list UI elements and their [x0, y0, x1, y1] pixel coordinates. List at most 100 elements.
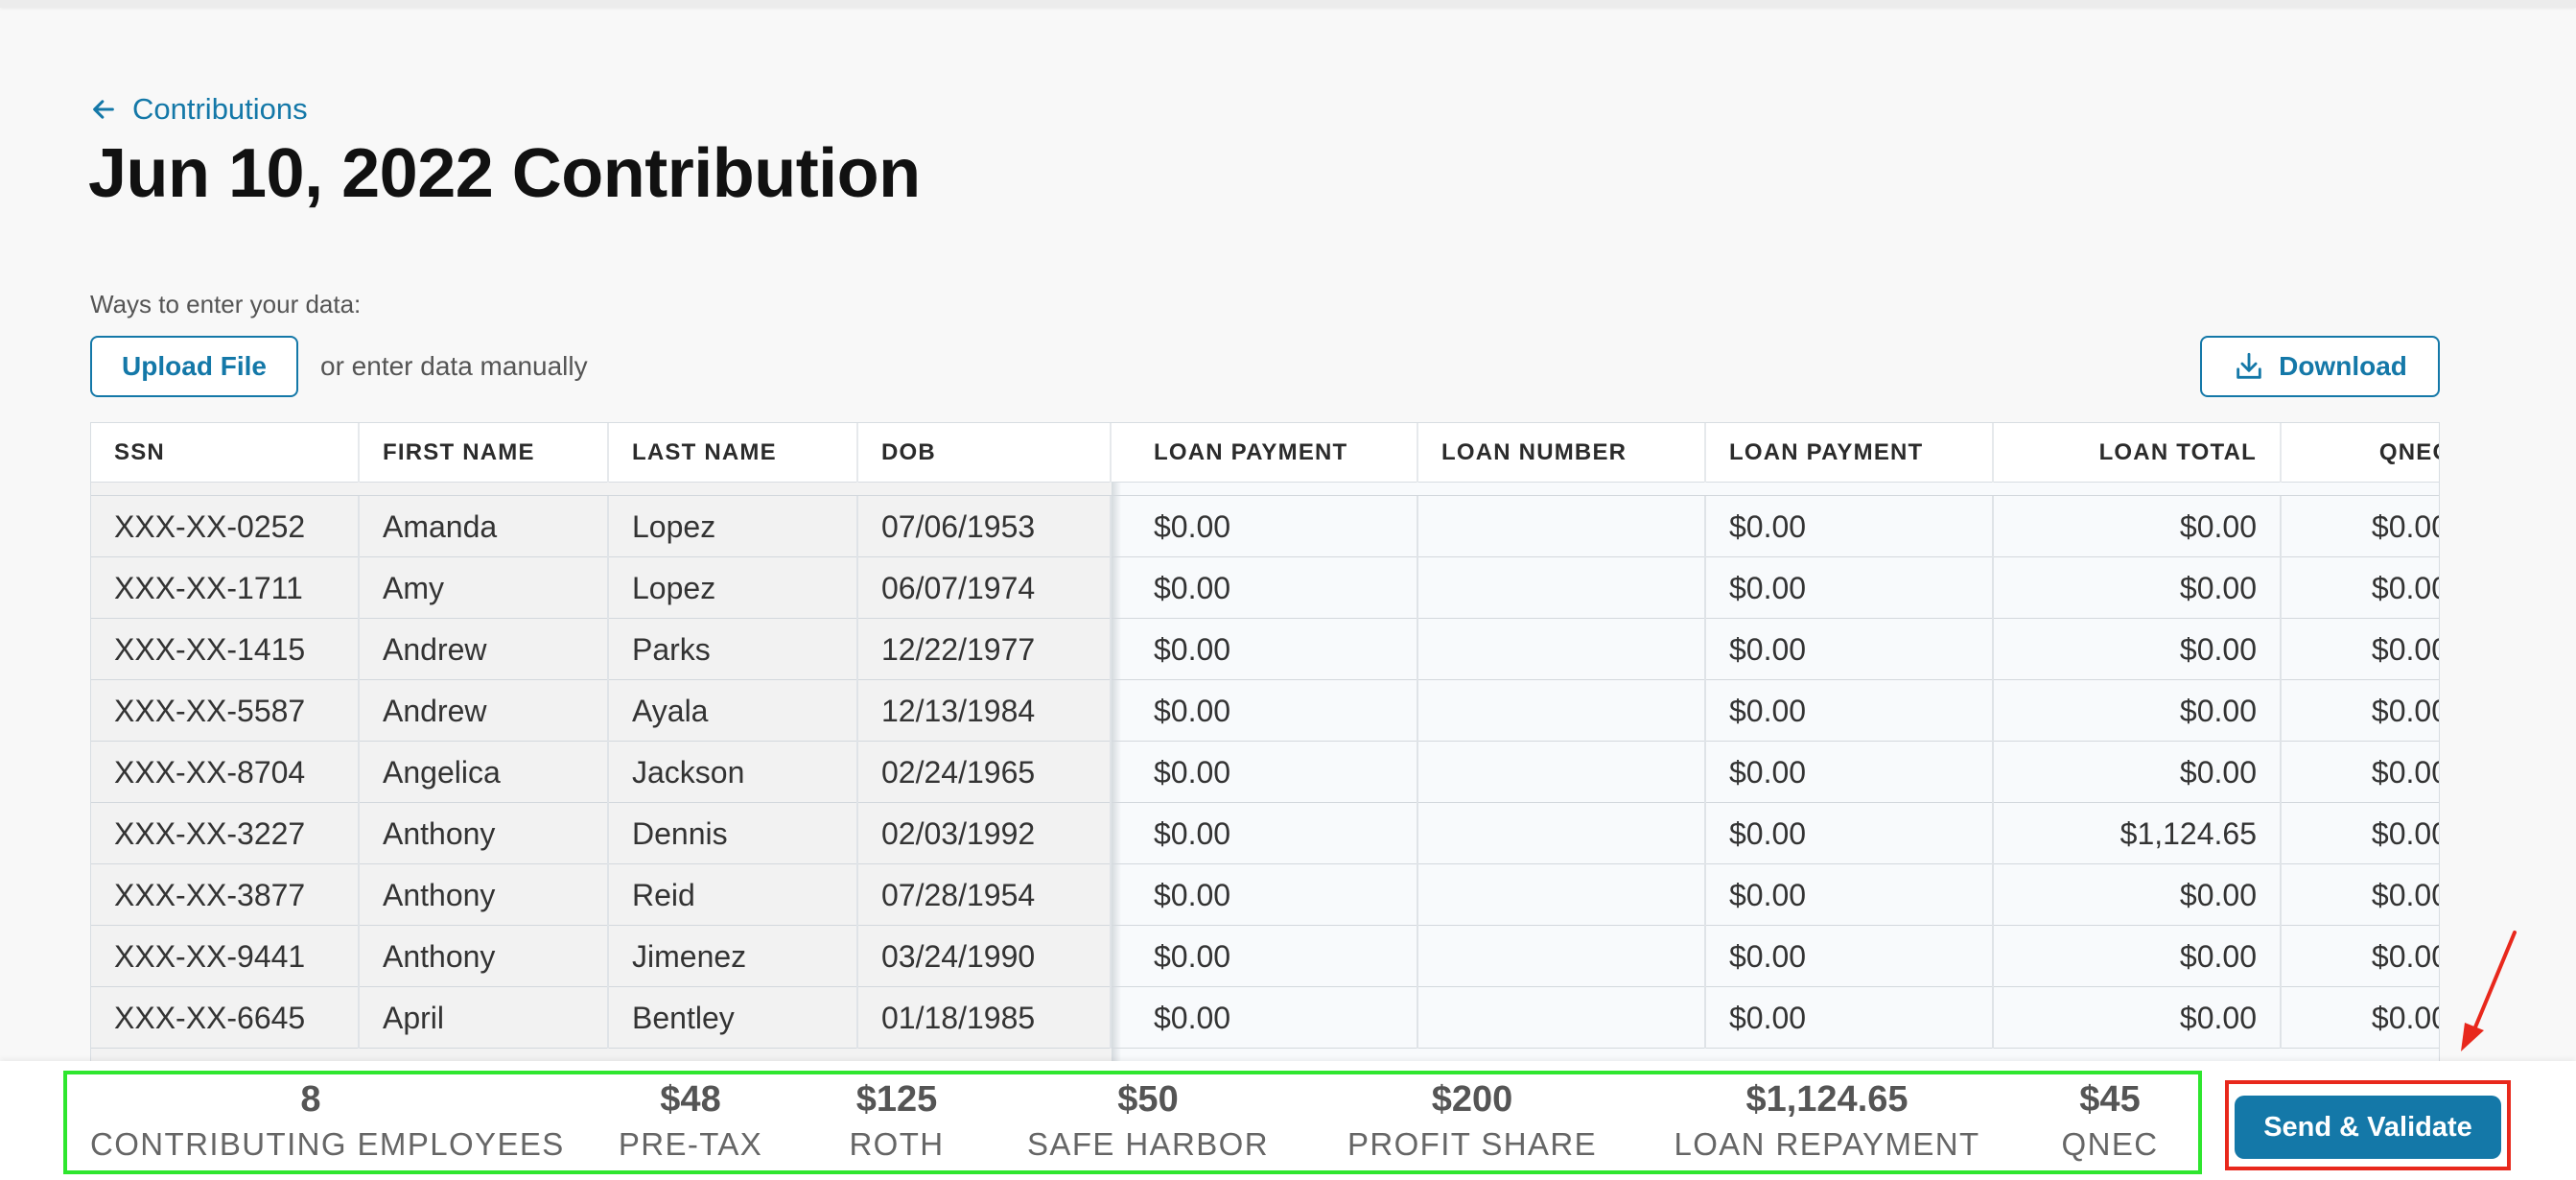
back-link-contributions[interactable]: Contributions	[90, 92, 308, 127]
cell-loan-number[interactable]	[1418, 987, 1706, 1049]
column-header-loan-total[interactable]: LOAN TOTAL	[1994, 423, 2282, 483]
column-header-loan-payment-2[interactable]: LOAN PAYMENT	[1706, 423, 1994, 483]
cell-loan-total[interactable]: $0.00	[1994, 619, 2282, 680]
cell-loan-total[interactable]: $1,124.65	[1994, 803, 2282, 864]
cell-ssn[interactable]: XXX-XX-8704	[91, 742, 360, 803]
cell-loan-payment-2[interactable]: $0.00	[1706, 557, 1994, 619]
cell-dob[interactable]: 07/28/1954	[858, 864, 1112, 926]
cell-loan-payment-1[interactable]: $0.00	[1131, 496, 1418, 557]
cell-loan-number[interactable]	[1418, 742, 1706, 803]
cell-loan-payment-1[interactable]: $0.00	[1131, 557, 1418, 619]
cell-ssn[interactable]: XXX-XX-1415	[91, 619, 360, 680]
cell-ssn[interactable]: XXX-XX-5587	[91, 680, 360, 742]
cell-last-name[interactable]: Lopez	[609, 557, 858, 619]
cell-first-name[interactable]: Amy	[360, 557, 609, 619]
cell-loan-payment-2[interactable]: $0.00	[1706, 987, 1994, 1049]
table-row[interactable]: XXX-XX-0252 Amanda Lopez 07/06/1953 $0.00 $0.…	[91, 496, 2439, 557]
cell-first-name[interactable]: Andrew	[360, 680, 609, 742]
cell-loan-payment-1[interactable]: $0.00	[1131, 742, 1418, 803]
cell-loan-number[interactable]	[1418, 557, 1706, 619]
cell-loan-payment-2[interactable]: $0.00	[1706, 803, 1994, 864]
cell-first-name[interactable]: Andrew	[360, 619, 609, 680]
cell-loan-payment-1[interactable]: $0.00	[1131, 987, 1418, 1049]
cell-dob[interactable]: 12/13/1984	[858, 680, 1112, 742]
cell-first-name[interactable]: Angelica	[360, 742, 609, 803]
cell-loan-payment-1[interactable]: $0.00	[1131, 619, 1418, 680]
cell-dob[interactable]: 03/24/1990	[858, 926, 1112, 987]
cell-loan-number[interactable]	[1418, 803, 1706, 864]
cell-dob[interactable]: 07/06/1953	[858, 496, 1112, 557]
cell-qnec[interactable]: $0.00	[2282, 987, 2439, 1049]
table-row[interactable]: XXX-XX-1415 Andrew Parks 12/22/1977 $0.00 $0.…	[91, 619, 2439, 680]
cell-last-name[interactable]: Parks	[609, 619, 858, 680]
cell-qnec[interactable]: $0.00	[2282, 557, 2439, 619]
cell-dob[interactable]: 12/22/1977	[858, 619, 1112, 680]
cell-loan-number[interactable]	[1418, 619, 1706, 680]
cell-qnec[interactable]: $0.00	[2282, 864, 2439, 926]
cell-loan-number[interactable]	[1418, 926, 1706, 987]
table-row[interactable]: XXX-XX-3227 Anthony Dennis 02/03/1992 $0.00 $…	[91, 803, 2439, 864]
cell-loan-payment-2[interactable]: $0.00	[1706, 496, 1994, 557]
cell-loan-total[interactable]: $0.00	[1994, 864, 2282, 926]
cell-qnec[interactable]: $0.00	[2282, 926, 2439, 987]
cell-loan-payment-2[interactable]: $0.00	[1706, 742, 1994, 803]
cell-dob[interactable]: 01/18/1985	[858, 987, 1112, 1049]
contributions-table[interactable]: SSN FIRST NAME LAST NAME DOB LOAN PAYMEN…	[90, 422, 2440, 1065]
cell-qnec[interactable]: $0.00	[2282, 619, 2439, 680]
upload-file-button[interactable]: Upload File	[90, 336, 298, 397]
cell-ssn[interactable]: XXX-XX-3877	[91, 864, 360, 926]
cell-loan-payment-2[interactable]: $0.00	[1706, 619, 1994, 680]
cell-first-name[interactable]: Amanda	[360, 496, 609, 557]
cell-last-name[interactable]: Reid	[609, 864, 858, 926]
cell-loan-payment-2[interactable]: $0.00	[1706, 864, 1994, 926]
table-row[interactable]: XXX-XX-1711 Amy Lopez 06/07/1974 $0.00 $0.00 $…	[91, 557, 2439, 619]
cell-loan-payment-2[interactable]: $0.00	[1706, 680, 1994, 742]
cell-loan-total[interactable]: $0.00	[1994, 680, 2282, 742]
cell-loan-number[interactable]	[1418, 680, 1706, 742]
cell-last-name[interactable]: Dennis	[609, 803, 858, 864]
cell-qnec[interactable]: $0.00	[2282, 742, 2439, 803]
cell-dob[interactable]: 02/24/1965	[858, 742, 1112, 803]
cell-ssn[interactable]: XXX-XX-9441	[91, 926, 360, 987]
column-header-loan-payment-1[interactable]: LOAN PAYMENT	[1131, 423, 1418, 483]
cell-qnec[interactable]: $0.00	[2282, 496, 2439, 557]
cell-last-name[interactable]: Lopez	[609, 496, 858, 557]
cell-loan-payment-1[interactable]: $0.00	[1131, 803, 1418, 864]
column-header-loan-number[interactable]: LOAN NUMBER	[1418, 423, 1706, 483]
cell-loan-number[interactable]	[1418, 496, 1706, 557]
cell-loan-total[interactable]: $0.00	[1994, 926, 2282, 987]
cell-last-name[interactable]: Jackson	[609, 742, 858, 803]
cell-dob[interactable]: 06/07/1974	[858, 557, 1112, 619]
cell-qnec[interactable]: $0.00	[2282, 803, 2439, 864]
cell-loan-payment-2[interactable]: $0.00	[1706, 926, 1994, 987]
cell-ssn[interactable]: XXX-XX-6645	[91, 987, 360, 1049]
cell-loan-payment-1[interactable]: $0.00	[1131, 680, 1418, 742]
table-row[interactable]: XXX-XX-5587 Andrew Ayala 12/13/1984 $0.00 $0.…	[91, 680, 2439, 742]
table-row[interactable]: XXX-XX-3877 Anthony Reid 07/28/1954 $0.00 $0.…	[91, 864, 2439, 926]
table-row[interactable]: XXX-XX-6645 April Bentley 01/18/1985 $0.00 $0…	[91, 987, 2439, 1049]
cell-loan-total[interactable]: $0.00	[1994, 987, 2282, 1049]
cell-loan-total[interactable]: $0.00	[1994, 742, 2282, 803]
column-header-ssn[interactable]: SSN	[91, 423, 360, 483]
column-header-dob[interactable]: DOB	[858, 423, 1112, 483]
column-header-first-name[interactable]: FIRST NAME	[360, 423, 609, 483]
cell-loan-payment-1[interactable]: $0.00	[1131, 926, 1418, 987]
download-button[interactable]: Download	[2200, 336, 2440, 397]
cell-ssn[interactable]: XXX-XX-0252	[91, 496, 360, 557]
cell-first-name[interactable]: Anthony	[360, 803, 609, 864]
cell-first-name[interactable]: Anthony	[360, 864, 609, 926]
column-header-last-name[interactable]: LAST NAME	[609, 423, 858, 483]
cell-last-name[interactable]: Jimenez	[609, 926, 858, 987]
cell-ssn[interactable]: XXX-XX-3227	[91, 803, 360, 864]
cell-dob[interactable]: 02/03/1992	[858, 803, 1112, 864]
table-row[interactable]: XXX-XX-9441 Anthony Jimenez 03/24/1990 $0.00…	[91, 926, 2439, 987]
cell-last-name[interactable]: Ayala	[609, 680, 858, 742]
send-validate-button[interactable]: Send & Validate	[2235, 1096, 2501, 1159]
cell-ssn[interactable]: XXX-XX-1711	[91, 557, 360, 619]
cell-qnec[interactable]: $0.00	[2282, 680, 2439, 742]
cell-last-name[interactable]: Bentley	[609, 987, 858, 1049]
cell-loan-payment-1[interactable]: $0.00	[1131, 864, 1418, 926]
cell-loan-total[interactable]: $0.00	[1994, 496, 2282, 557]
cell-first-name[interactable]: April	[360, 987, 609, 1049]
cell-first-name[interactable]: Anthony	[360, 926, 609, 987]
